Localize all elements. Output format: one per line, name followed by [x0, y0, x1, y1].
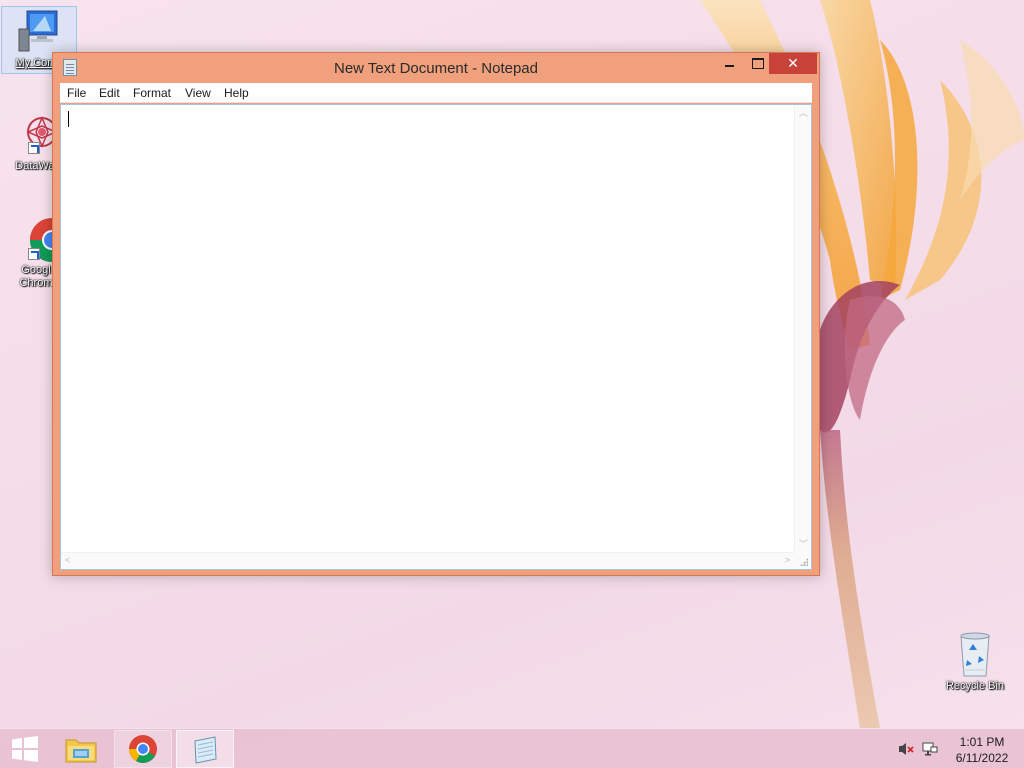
shortcut-arrow-icon: [28, 142, 40, 154]
window-title: New Text Document - Notepad: [334, 60, 538, 77]
folder-icon: [65, 739, 97, 763]
vertical-scrollbar[interactable]: ︿ ﹀: [794, 105, 811, 553]
windows-logo-icon: [12, 736, 38, 762]
clock-time: 1:01 PM: [959, 735, 1005, 749]
recycle-bin-icon: [951, 630, 999, 678]
taskbar-google-chrome[interactable]: [114, 730, 172, 768]
network-icon[interactable]: [922, 741, 938, 757]
menu-bar: File Edit Format View Help: [60, 83, 812, 103]
desktop-icon-label: Recycle Bin: [945, 680, 1005, 692]
notepad-window[interactable]: New Text Document - Notepad ✕ File Edit …: [52, 52, 820, 576]
taskbar-file-explorer[interactable]: [52, 730, 110, 768]
taskbar: 1:01 PM 6/11/2022: [0, 728, 1024, 768]
volume-muted-icon[interactable]: [898, 741, 914, 757]
close-button[interactable]: ✕: [769, 53, 817, 74]
minimize-button[interactable]: [715, 53, 744, 74]
menu-view[interactable]: View: [185, 86, 211, 100]
desktop-icon-recycle-bin[interactable]: Recycle Bin: [937, 630, 1013, 693]
chrome-icon: [129, 735, 157, 763]
menu-file[interactable]: File: [67, 86, 86, 100]
maximize-button[interactable]: [743, 53, 772, 74]
system-clock[interactable]: 1:01 PM 6/11/2022: [944, 734, 1020, 766]
horizontal-scrollbar[interactable]: < >: [61, 552, 794, 569]
resize-grip[interactable]: [794, 552, 811, 569]
taskbar-notepad[interactable]: [176, 730, 234, 768]
scroll-up-arrow-icon[interactable]: ︿: [799, 109, 808, 118]
text-editor-area[interactable]: ︿ ﹀ < >: [60, 104, 812, 570]
text-content[interactable]: [63, 107, 793, 551]
start-button[interactable]: [0, 730, 50, 768]
clock-date: 6/11/2022: [955, 751, 1009, 765]
menu-help[interactable]: Help: [224, 86, 249, 100]
text-caret: [68, 111, 69, 127]
scroll-right-arrow-icon[interactable]: >: [785, 556, 790, 565]
desktop: My Comp DataWag Googl Chrom Recycle Bin …: [0, 0, 1024, 768]
scroll-down-arrow-icon[interactable]: ﹀: [799, 540, 808, 549]
window-titlebar[interactable]: New Text Document - Notepad ✕: [53, 53, 819, 83]
close-icon: ✕: [787, 55, 799, 71]
computer-icon: [15, 7, 63, 55]
shortcut-arrow-icon: [28, 248, 40, 260]
scroll-left-arrow-icon[interactable]: <: [65, 556, 70, 565]
menu-edit[interactable]: Edit: [99, 86, 120, 100]
notepad-icon: [194, 736, 217, 764]
menu-format[interactable]: Format: [133, 86, 171, 100]
